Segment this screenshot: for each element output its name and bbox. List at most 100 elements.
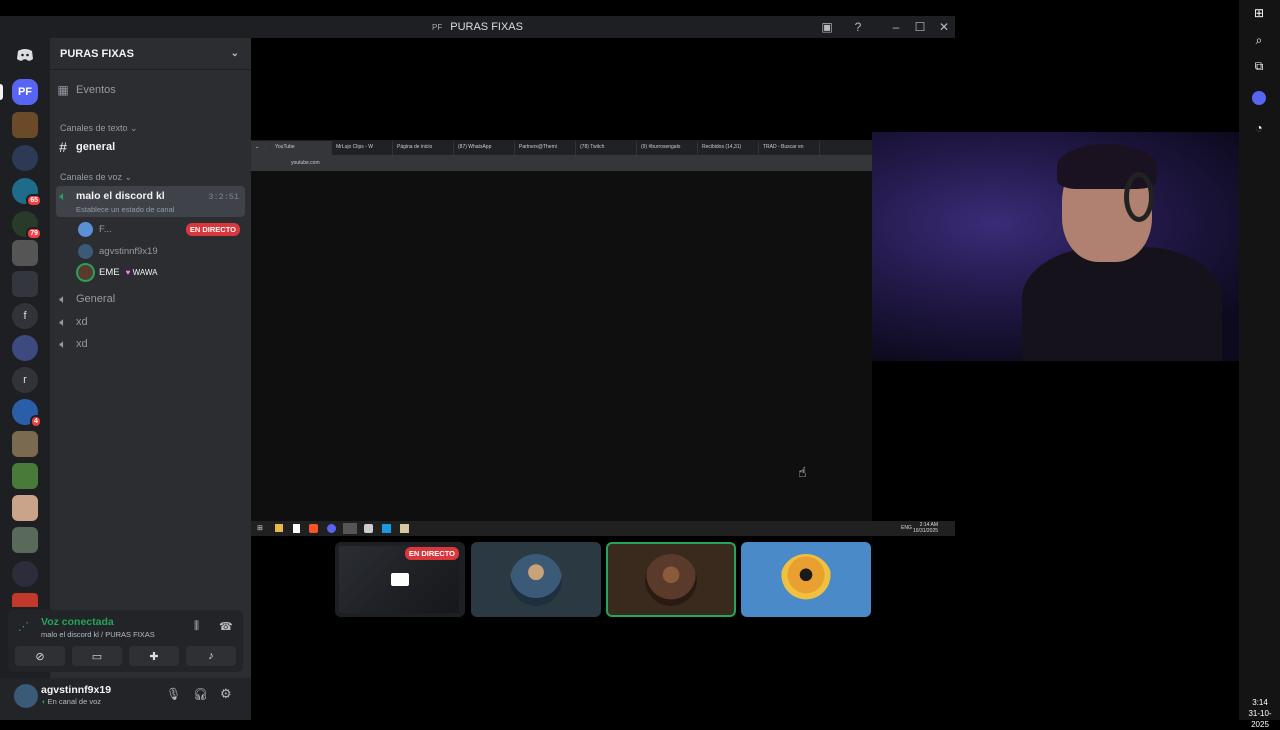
headphones-icon[interactable]: 🎧︎	[193, 687, 208, 701]
minimize-button[interactable]: –	[884, 16, 908, 38]
webcam-video[interactable]	[872, 132, 1280, 361]
system-date: 31-10-2025	[1248, 709, 1272, 729]
clock-app-icon[interactable]: ◔	[1250, 119, 1268, 137]
browser-tab: TRAD - Buscar en	[759, 141, 820, 155]
voice-channel[interactable]: 🔈︎ General	[56, 291, 245, 307]
voice-user[interactable]: agvstinnf9x19	[78, 244, 158, 259]
calendar-icon: ▦	[57, 83, 69, 97]
category-label: Canales de texto	[60, 123, 128, 133]
server-icon[interactable]	[12, 463, 38, 489]
server-icon[interactable]	[12, 145, 38, 171]
browser-tab: MrLujo Clips - W	[332, 141, 393, 155]
server-icon[interactable]	[12, 271, 38, 297]
channel-general[interactable]: # general	[56, 139, 245, 155]
avatar	[78, 265, 93, 280]
voice-user[interactable]: F... EN DIRECTO	[78, 222, 240, 237]
voice-user-name: EME	[99, 267, 120, 278]
soundboard-icon: ♪	[208, 650, 214, 662]
voice-channel-active[interactable]: 🔈︎ malo el discord kl Establece un estad…	[56, 186, 245, 217]
voice-user[interactable]: EME ♥ WAWA	[78, 265, 157, 280]
unread-badge: 4	[30, 415, 42, 428]
participant-tile-speaking[interactable]	[606, 542, 736, 617]
user-tag-text: WAWA	[132, 268, 158, 277]
channel-status-hint[interactable]: Establece un estado de canal	[76, 205, 174, 214]
taskbar-language: ENG	[901, 525, 912, 531]
server-icon[interactable]: r	[12, 367, 38, 393]
windows-start-icon[interactable]: ⊞	[1250, 4, 1268, 22]
browser-tab: Partners@Themi	[515, 141, 576, 155]
browser-tab: (87) WhatsApp	[454, 141, 515, 155]
server-icon[interactable]	[12, 561, 38, 587]
inbox-icon[interactable]: ▣	[815, 16, 839, 38]
username[interactable]: agvstinnf9x19	[41, 684, 111, 696]
channel-label: malo el discord kl	[76, 189, 165, 202]
voice-timer: 3:2:51	[208, 192, 239, 202]
browser-page	[251, 171, 872, 521]
soundboard-button[interactable]: ♪	[186, 646, 236, 666]
events-item[interactable]: ▦ Eventos	[56, 82, 245, 98]
server-icon[interactable]: 79	[12, 211, 42, 240]
microphone-icon[interactable]: 🎙︎	[166, 687, 181, 701]
avatar	[510, 553, 562, 606]
voice-channel[interactable]: 🔈︎ xd	[56, 336, 245, 352]
task-view-icon[interactable]: ⧉	[1250, 57, 1268, 75]
text-category[interactable]: Canales de texto ⌄	[60, 123, 138, 134]
server-header[interactable]: PURAS FIXAS ⌄	[50, 38, 251, 70]
server-icon[interactable]: 4	[12, 399, 42, 428]
camera-off-button[interactable]: ⊘	[15, 646, 65, 666]
channel-label: xd	[76, 338, 88, 350]
close-button[interactable]: ✕	[932, 16, 956, 38]
user-status-text: En canal de voz	[47, 697, 101, 706]
avatar	[78, 244, 93, 259]
server-icon[interactable]: f	[12, 303, 38, 329]
activities-icon: ✚	[149, 650, 159, 663]
taskbar-date: 10/31/2025	[913, 528, 939, 534]
channel-label: general	[76, 141, 116, 153]
screen-share-icon: ▭	[91, 650, 103, 663]
disconnect-icon[interactable]: ☎︎	[219, 620, 233, 633]
settings-gear-icon[interactable]: ⚙	[220, 686, 232, 702]
speaker-icon: 🔈︎	[59, 189, 67, 203]
discord-taskbar-icon[interactable]	[1250, 89, 1268, 107]
server-icon[interactable]	[12, 240, 38, 266]
server-icon[interactable]	[12, 431, 38, 457]
server-puras-fixas[interactable]: PF	[12, 79, 38, 105]
participant-tile[interactable]	[471, 542, 601, 617]
brave-icon	[309, 524, 318, 533]
search-icon[interactable]: ⌕	[1250, 31, 1268, 49]
headset	[1124, 172, 1154, 222]
help-icon[interactable]: ?	[846, 16, 870, 38]
speaker-icon: 🔈︎	[59, 336, 67, 351]
participant-tile[interactable]	[741, 542, 871, 617]
discord-home-icon[interactable]	[12, 42, 38, 68]
file-icon	[293, 524, 300, 533]
server-icon[interactable]	[12, 335, 38, 361]
activities-button[interactable]: ✚	[129, 646, 179, 666]
server-icon[interactable]: 65	[12, 178, 42, 207]
avatar	[78, 222, 93, 237]
camera-off-icon: ⊘	[35, 650, 45, 663]
browser-tab: Página de inicio	[393, 141, 454, 155]
avatar[interactable]	[14, 684, 38, 708]
maximize-button[interactable]: ☐	[908, 16, 932, 38]
system-clock[interactable]: 3:14 31-10-2025	[1240, 697, 1280, 730]
server-icon[interactable]	[12, 112, 38, 138]
voice-user-name: agvstinnf9x19	[99, 246, 158, 257]
voice-status[interactable]: Voz conectada	[41, 616, 114, 628]
server-icon[interactable]	[12, 495, 38, 521]
app-icon	[364, 524, 373, 533]
hashtag-icon: #	[59, 139, 67, 155]
signal-icon[interactable]: ⋰	[18, 620, 29, 633]
noise-suppression-icon[interactable]: ⫼	[194, 620, 199, 633]
server-icon[interactable]	[12, 527, 38, 553]
voice-channel[interactable]: 🔈︎ xd	[56, 314, 245, 330]
events-label: Eventos	[76, 84, 116, 96]
server-letter: f	[23, 310, 27, 322]
voice-location[interactable]: malo el discord kl / PURAS FIXAS	[41, 630, 155, 639]
voice-category[interactable]: Canales de voz ⌄	[60, 172, 132, 183]
user-panel	[0, 678, 251, 720]
participant-tile-stream[interactable]: EN DIRECTO	[335, 542, 465, 617]
screen-share-button[interactable]: ▭	[72, 646, 122, 666]
shared-taskbar: ⊞ ENG 2:14 AM 10/31/2025	[251, 521, 955, 536]
server-icon[interactable]	[12, 593, 38, 607]
